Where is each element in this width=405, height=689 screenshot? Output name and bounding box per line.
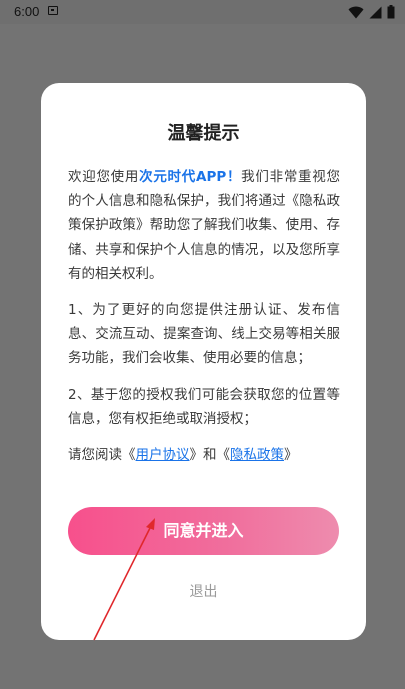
clause-2: 2、基于您的授权我们可能会获取您的位置等信息，您有权拒绝或取消授权；	[68, 386, 340, 427]
battery-icon	[387, 5, 395, 19]
dialog-body: 欢迎您使用次元时代APP！我们非常重视您的个人信息和隐私保护，我们将通过《隐私政…	[68, 165, 340, 479]
status-icons	[348, 4, 395, 20]
app-name: 次元时代APP！	[139, 169, 242, 185]
read-suffix: 》	[284, 447, 298, 464]
read-prefix: 请您阅读《	[68, 447, 136, 464]
agree-and-enter-button[interactable]: 同意并进入	[68, 507, 339, 555]
intro-suffix: 我们非常重视您的个人信息和隐私保护，我们将通过《隐私政策保护政策》帮助您了解我们…	[68, 169, 340, 282]
notification-icon	[48, 6, 58, 15]
signal-icon	[369, 6, 382, 18]
wifi-icon	[348, 6, 364, 18]
exit-button[interactable]: 退出	[41, 581, 366, 601]
user-agreement-link[interactable]: 用户协议	[136, 447, 190, 463]
status-time: 6:00	[14, 4, 40, 19]
clause-1: 1、为了更好的向您提供注册认证、发布信息、交流互动、提案查询、线上交易等相关服务…	[68, 302, 340, 367]
read-line: 请您阅读《用户协议》和《隐私政策》	[68, 443, 340, 467]
privacy-dialog: 温馨提示 欢迎您使用次元时代APP！我们非常重视您的个人信息和隐私保护，我们将通…	[41, 83, 366, 640]
read-middle: 》和《	[189, 447, 231, 464]
intro-prefix: 欢迎您使用	[68, 169, 140, 185]
dialog-title: 温馨提示	[167, 123, 240, 144]
privacy-policy-link[interactable]: 隐私政策	[230, 447, 284, 463]
status-bar: 6:00	[0, 0, 405, 24]
intro-paragraph: 欢迎您使用次元时代APP！我们非常重视您的个人信息和隐私保护，我们将通过《隐私政…	[68, 165, 340, 286]
